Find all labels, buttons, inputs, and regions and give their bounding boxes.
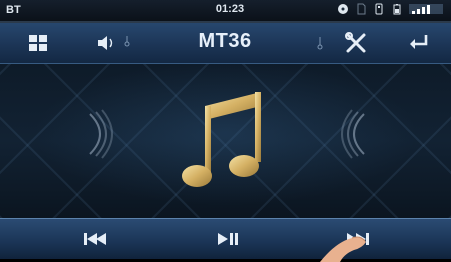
usb-icon <box>375 3 383 15</box>
status-bar: BT 01:23 <box>0 0 451 21</box>
previous-button[interactable] <box>70 219 120 259</box>
music-panel <box>0 64 451 218</box>
playback-controls <box>0 218 451 259</box>
clock: 01:23 <box>215 3 245 15</box>
tools-button[interactable] <box>305 23 375 63</box>
previous-icon <box>84 233 106 245</box>
signal-icon <box>409 4 443 14</box>
play-pause-icon <box>218 233 238 245</box>
grid-menu-icon <box>29 35 47 51</box>
menu-button[interactable] <box>20 23 56 63</box>
tools-icon <box>317 32 366 53</box>
sd-card-icon <box>357 3 366 15</box>
music-note-icon <box>182 92 261 187</box>
page-title: MT36 <box>198 30 252 52</box>
status-icons <box>337 3 443 15</box>
light-reflection-right <box>341 109 365 159</box>
bluetooth-label: BT <box>6 4 21 16</box>
disc-icon <box>338 4 348 14</box>
volume-icon <box>98 36 130 50</box>
light-reflection-left <box>89 109 113 159</box>
volume-button[interactable] <box>80 23 140 63</box>
play-pause-button[interactable] <box>203 219 253 259</box>
app-window: BT 01:23 MT36 <box>0 0 451 262</box>
back-button[interactable] <box>395 23 441 63</box>
top-toolbar: MT36 <box>0 23 451 64</box>
back-icon <box>410 35 428 49</box>
battery-icon <box>393 4 401 15</box>
